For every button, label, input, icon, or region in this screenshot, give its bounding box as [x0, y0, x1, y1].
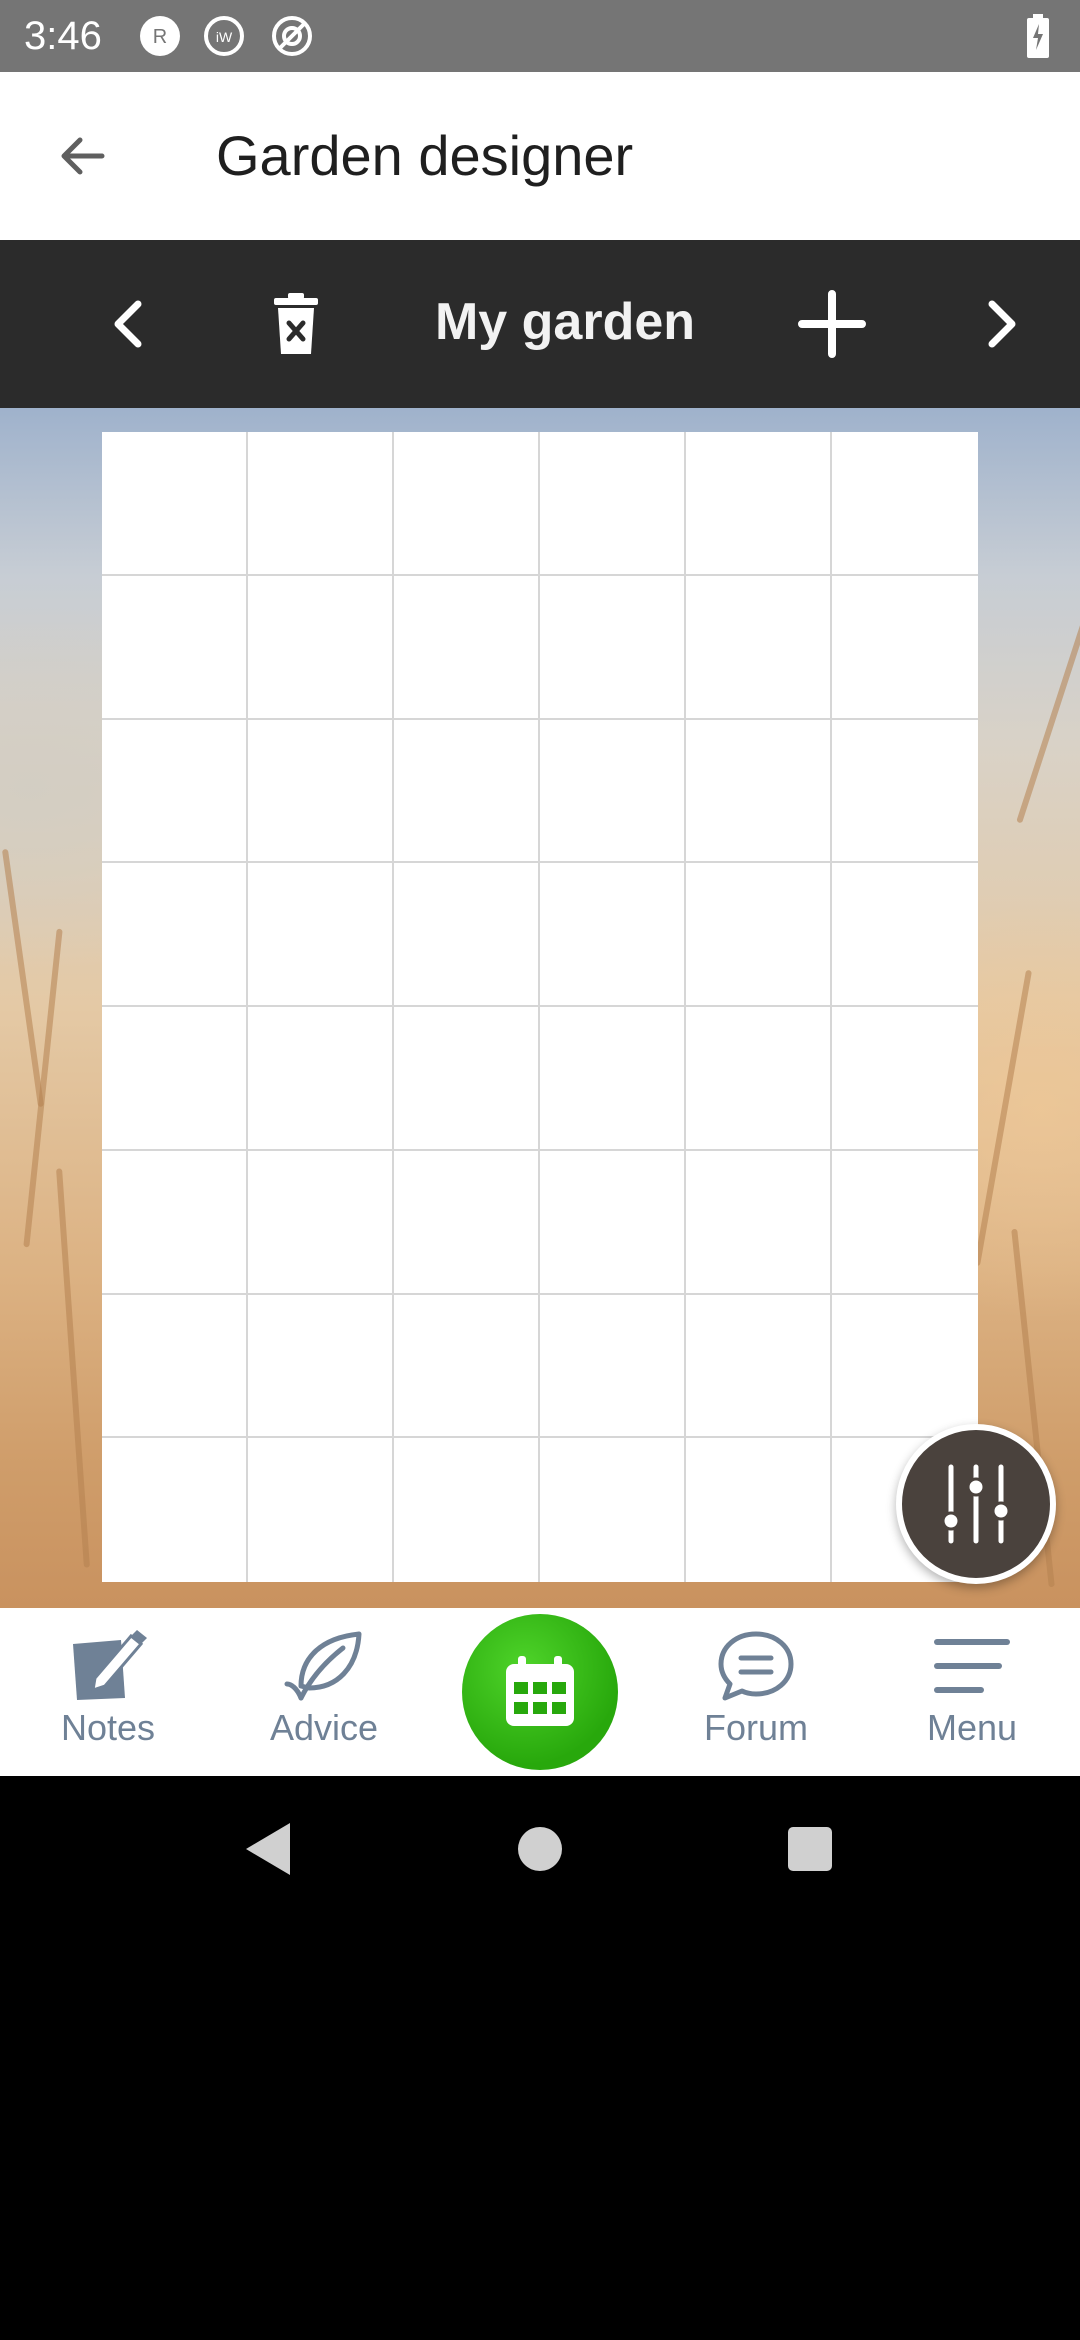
nav-forum[interactable]: Forum — [656, 1628, 856, 1768]
grid-cell[interactable] — [832, 1007, 978, 1151]
system-back-button[interactable] — [232, 1814, 302, 1884]
grid-cell[interactable] — [540, 863, 686, 1007]
system-navigation-bar — [0, 1776, 1080, 1920]
next-garden-button[interactable] — [950, 274, 1050, 374]
iw-badge-icon: iW — [204, 16, 244, 56]
grid-cell[interactable] — [540, 719, 686, 864]
chevron-left-icon — [114, 300, 142, 348]
garden-settings-button[interactable] — [896, 1424, 1056, 1584]
nav-menu-label: Menu — [926, 1707, 1018, 1748]
svg-text:R: R — [153, 26, 167, 48]
grid-cell[interactable] — [394, 719, 540, 864]
grid-cell[interactable] — [832, 576, 978, 720]
chevron-right-icon — [988, 300, 1016, 348]
grid-cell[interactable] — [686, 719, 832, 864]
grid-cell[interactable] — [832, 1295, 978, 1439]
r-badge-icon: R — [140, 16, 180, 56]
grid-cell[interactable] — [540, 1294, 686, 1439]
garden-toolbar: My garden — [0, 240, 1080, 408]
grid-cell[interactable] — [102, 432, 248, 576]
notes-edit-icon — [73, 1630, 147, 1700]
nav-notes[interactable]: Notes — [8, 1628, 208, 1768]
grid-cell[interactable] — [540, 1150, 686, 1295]
battery-charging-icon — [1027, 14, 1049, 58]
grid-cell[interactable] — [394, 1150, 540, 1295]
grid-cell[interactable] — [686, 1438, 832, 1582]
grid-cell[interactable] — [686, 1294, 832, 1439]
grid-cell[interactable] — [248, 1294, 394, 1439]
hamburger-menu-icon — [934, 1639, 1010, 1693]
nav-forum-label: Forum — [703, 1707, 808, 1748]
grid-cell[interactable] — [248, 432, 394, 576]
grid-cell[interactable] — [102, 1294, 248, 1439]
system-recents-button[interactable] — [775, 1814, 845, 1884]
grid-cell[interactable] — [248, 1150, 394, 1295]
grid-cell[interactable] — [686, 863, 832, 1007]
leaf-icon — [284, 1631, 362, 1701]
grid-cell[interactable] — [686, 575, 832, 720]
grid-cell[interactable] — [832, 720, 978, 864]
grid-cell[interactable] — [832, 1151, 978, 1295]
status-time: 3:46 — [24, 14, 102, 58]
grid-cell[interactable] — [102, 1150, 248, 1295]
triangle-back-icon — [246, 1823, 290, 1875]
system-home-button[interactable] — [505, 1814, 575, 1884]
delete-garden-button[interactable] — [246, 274, 346, 374]
grid-cell[interactable] — [102, 863, 248, 1007]
status-bar: 3:46 R iW — [0, 0, 1080, 72]
grid-cell[interactable] — [248, 1007, 394, 1151]
grid-cell[interactable] — [686, 1150, 832, 1295]
location-off-icon — [272, 16, 312, 56]
nav-calendar-button[interactable] — [462, 1614, 618, 1770]
grid-cell[interactable] — [540, 575, 686, 720]
garden-grid[interactable] — [102, 432, 978, 1582]
grid-cell[interactable] — [394, 1007, 540, 1151]
grid-cell[interactable] — [540, 1438, 686, 1582]
page-title: Garden designer — [216, 124, 634, 187]
grid-cell[interactable] — [102, 1438, 248, 1582]
circle-home-icon — [518, 1827, 562, 1871]
app-bar: Garden designer — [0, 72, 1080, 240]
grid-cell[interactable] — [540, 1007, 686, 1151]
grid-cell[interactable] — [102, 719, 248, 864]
grid-cell[interactable] — [102, 575, 248, 720]
sliders-icon — [941, 1464, 1011, 1544]
nav-menu[interactable]: Menu — [872, 1628, 1072, 1768]
nav-advice-label: Advice — [269, 1707, 379, 1748]
grid-cell[interactable] — [686, 432, 832, 576]
nav-advice[interactable]: Advice — [224, 1628, 424, 1768]
grid-cell[interactable] — [540, 432, 686, 576]
plus-icon — [798, 290, 866, 358]
delete-icon — [274, 293, 318, 354]
back-arrow-icon[interactable] — [50, 122, 118, 190]
grid-cell[interactable] — [102, 1007, 248, 1151]
grid-cell[interactable] — [248, 575, 394, 720]
add-garden-button[interactable] — [782, 274, 882, 374]
grid-cell[interactable] — [832, 432, 978, 576]
grid-cell[interactable] — [686, 1007, 832, 1151]
grid-cell[interactable] — [394, 863, 540, 1007]
grid-cell[interactable] — [394, 575, 540, 720]
square-recents-icon — [788, 1827, 832, 1871]
garden-name[interactable]: My garden — [400, 290, 730, 354]
grid-cell[interactable] — [248, 719, 394, 864]
grid-cell[interactable] — [394, 1438, 540, 1582]
grid-cell[interactable] — [394, 1294, 540, 1439]
calendar-icon — [506, 1656, 574, 1726]
grid-cell[interactable] — [394, 432, 540, 576]
screen: 3:46 R iW Garden designer My garden Note… — [0, 0, 1080, 2340]
grid-cell[interactable] — [832, 863, 978, 1007]
grid-cell[interactable] — [248, 863, 394, 1007]
nav-notes-label: Notes — [60, 1707, 156, 1748]
chat-bubble-icon — [718, 1631, 794, 1701]
previous-garden-button[interactable] — [80, 274, 180, 374]
grid-cell[interactable] — [248, 1438, 394, 1582]
svg-text:iW: iW — [216, 29, 233, 45]
